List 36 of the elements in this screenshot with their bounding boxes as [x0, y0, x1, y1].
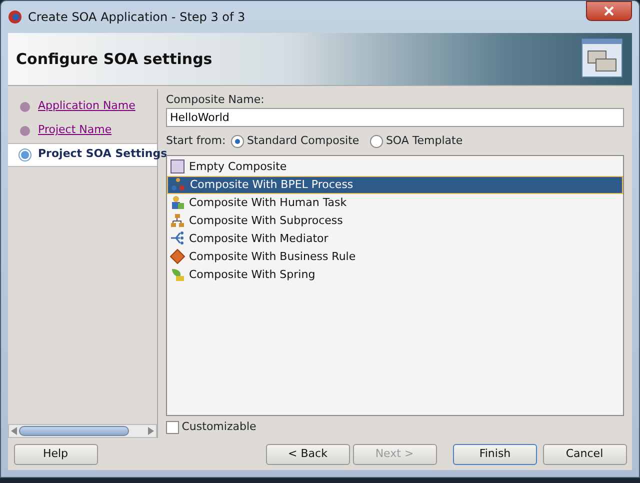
checkbox-label: Customizable	[182, 418, 256, 435]
field-label: Composite Name:	[166, 92, 266, 108]
dialog-button[interactable]: Finish	[453, 444, 537, 464]
page-title: Configure SOA settings	[16, 48, 212, 70]
leaf-icon	[170, 267, 185, 282]
radio-option[interactable]: SOA Template	[370, 132, 463, 150]
process-nodes-icon	[171, 177, 186, 192]
diamond-icon	[170, 249, 185, 264]
app-logo-icon	[8, 10, 22, 24]
scroll-left-icon[interactable]	[11, 427, 17, 435]
step-link[interactable]: Project SOA Settings	[38, 146, 168, 163]
list-item[interactable]: Composite With Subprocess	[167, 212, 623, 230]
blank-square-icon	[170, 159, 185, 174]
hierarchy-icon	[170, 213, 185, 228]
field-label: Start from:	[166, 132, 226, 148]
close-icon	[604, 6, 614, 16]
composite-name-field[interactable]: HelloWorld	[166, 108, 624, 128]
scrollbar-thumb[interactable]	[19, 426, 129, 436]
scroll-right-icon[interactable]	[148, 427, 154, 435]
close-button[interactable]	[586, 1, 632, 21]
list-item[interactable]: Composite With Business Rule	[167, 248, 623, 266]
checkbox[interactable]	[166, 420, 179, 434]
dialog-button[interactable]: Cancel	[542, 444, 626, 464]
person-task-icon	[170, 195, 185, 210]
step-link[interactable]: Application Name	[38, 98, 136, 115]
radio-option[interactable]: Standard Composite	[231, 132, 360, 150]
list-item[interactable]: Empty Composite	[167, 158, 623, 176]
branching-icon	[170, 231, 185, 246]
list-item[interactable]: Composite With BPEL Process	[167, 176, 623, 194]
dialog-button[interactable]: < Back	[266, 444, 350, 464]
step-link[interactable]: Project Name	[38, 122, 112, 139]
list-item[interactable]: Composite With Mediator	[167, 230, 623, 248]
list-item[interactable]: Composite With Human Task	[167, 194, 623, 212]
window-title: Create SOA Application - Step 3 of 3	[28, 9, 246, 26]
dialog-button[interactable]: Help	[14, 444, 98, 464]
list-item[interactable]: Composite With Spring	[167, 266, 623, 284]
